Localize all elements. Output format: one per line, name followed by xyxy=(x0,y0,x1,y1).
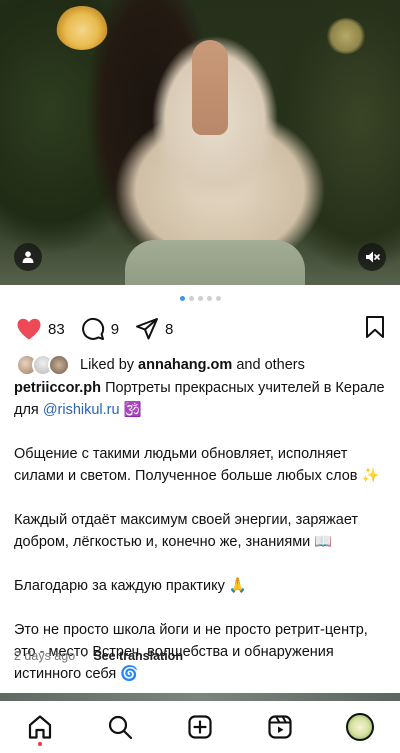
speaker-muted-icon xyxy=(366,251,380,263)
bookmark-icon xyxy=(366,315,384,338)
like-count[interactable]: 83 xyxy=(48,321,65,338)
nav-reels[interactable] xyxy=(260,707,300,747)
comment-button[interactable]: 9 xyxy=(81,317,119,341)
liked-by-user[interactable]: annahang.om xyxy=(138,357,232,373)
carousel-dot xyxy=(197,296,203,301)
caption-paragraph: Благодарю за каждую практику 🙏 xyxy=(14,578,247,594)
meta-separator: · xyxy=(82,649,87,663)
caption-username[interactable]: petriiccor.ph xyxy=(14,380,101,396)
share-button[interactable]: 8 xyxy=(135,317,173,341)
send-icon xyxy=(136,318,159,340)
next-post-preview[interactable] xyxy=(0,693,400,701)
liked-by-prefix: Liked by xyxy=(80,357,135,373)
caption-paragraph: Общение с такими людьми обновляет, испол… xyxy=(14,446,380,484)
liker-avatars xyxy=(16,354,70,376)
create-icon xyxy=(188,715,212,739)
home-icon xyxy=(28,715,52,739)
mute-button[interactable] xyxy=(358,243,386,271)
bottom-nav xyxy=(0,701,400,753)
nav-create[interactable] xyxy=(180,707,220,747)
nav-profile[interactable] xyxy=(340,707,380,747)
carousel-dot xyxy=(188,296,194,301)
share-count[interactable]: 8 xyxy=(165,321,173,338)
yellow-flower xyxy=(56,6,108,50)
notification-dot xyxy=(38,742,42,746)
post-meta: 2 days ago · See translation xyxy=(14,649,183,663)
caption-mention[interactable]: @rishikul.ru xyxy=(43,402,120,418)
caption-paragraph: Каждый отдаёт максимум своей энергии, за… xyxy=(14,512,359,550)
like-button[interactable]: 83 xyxy=(16,317,65,341)
carousel-indicator xyxy=(0,296,400,301)
comment-count[interactable]: 9 xyxy=(111,321,119,338)
tagged-people-button[interactable] xyxy=(14,243,42,271)
pants xyxy=(125,240,305,285)
carousel-dot xyxy=(215,296,221,301)
reels-icon xyxy=(268,715,292,739)
liked-by-suffix[interactable]: and others xyxy=(236,357,305,373)
post-image[interactable] xyxy=(0,0,400,285)
praying-hands xyxy=(192,40,228,135)
background-flower xyxy=(326,18,366,54)
nav-search[interactable] xyxy=(100,707,140,747)
comment-icon xyxy=(81,317,104,340)
avatar xyxy=(48,354,70,376)
person-icon xyxy=(22,251,34,263)
carousel-dot xyxy=(206,296,212,301)
save-button[interactable] xyxy=(364,315,386,344)
liked-by-row[interactable]: Liked by annahang.om and others xyxy=(16,354,386,376)
caption-emoji: 🕉️ xyxy=(123,402,142,418)
post-actions: 83 9 8 xyxy=(16,315,386,344)
nav-home[interactable] xyxy=(20,707,60,747)
see-translation-link[interactable]: See translation xyxy=(93,649,183,663)
profile-avatar xyxy=(346,713,374,741)
post-caption: petriiccor.ph Портреты прекрасных учител… xyxy=(14,377,386,685)
heart-filled-icon xyxy=(17,318,41,340)
search-icon xyxy=(108,715,133,740)
post-timestamp: 2 days ago xyxy=(14,649,76,663)
carousel-dot-active xyxy=(179,296,185,301)
